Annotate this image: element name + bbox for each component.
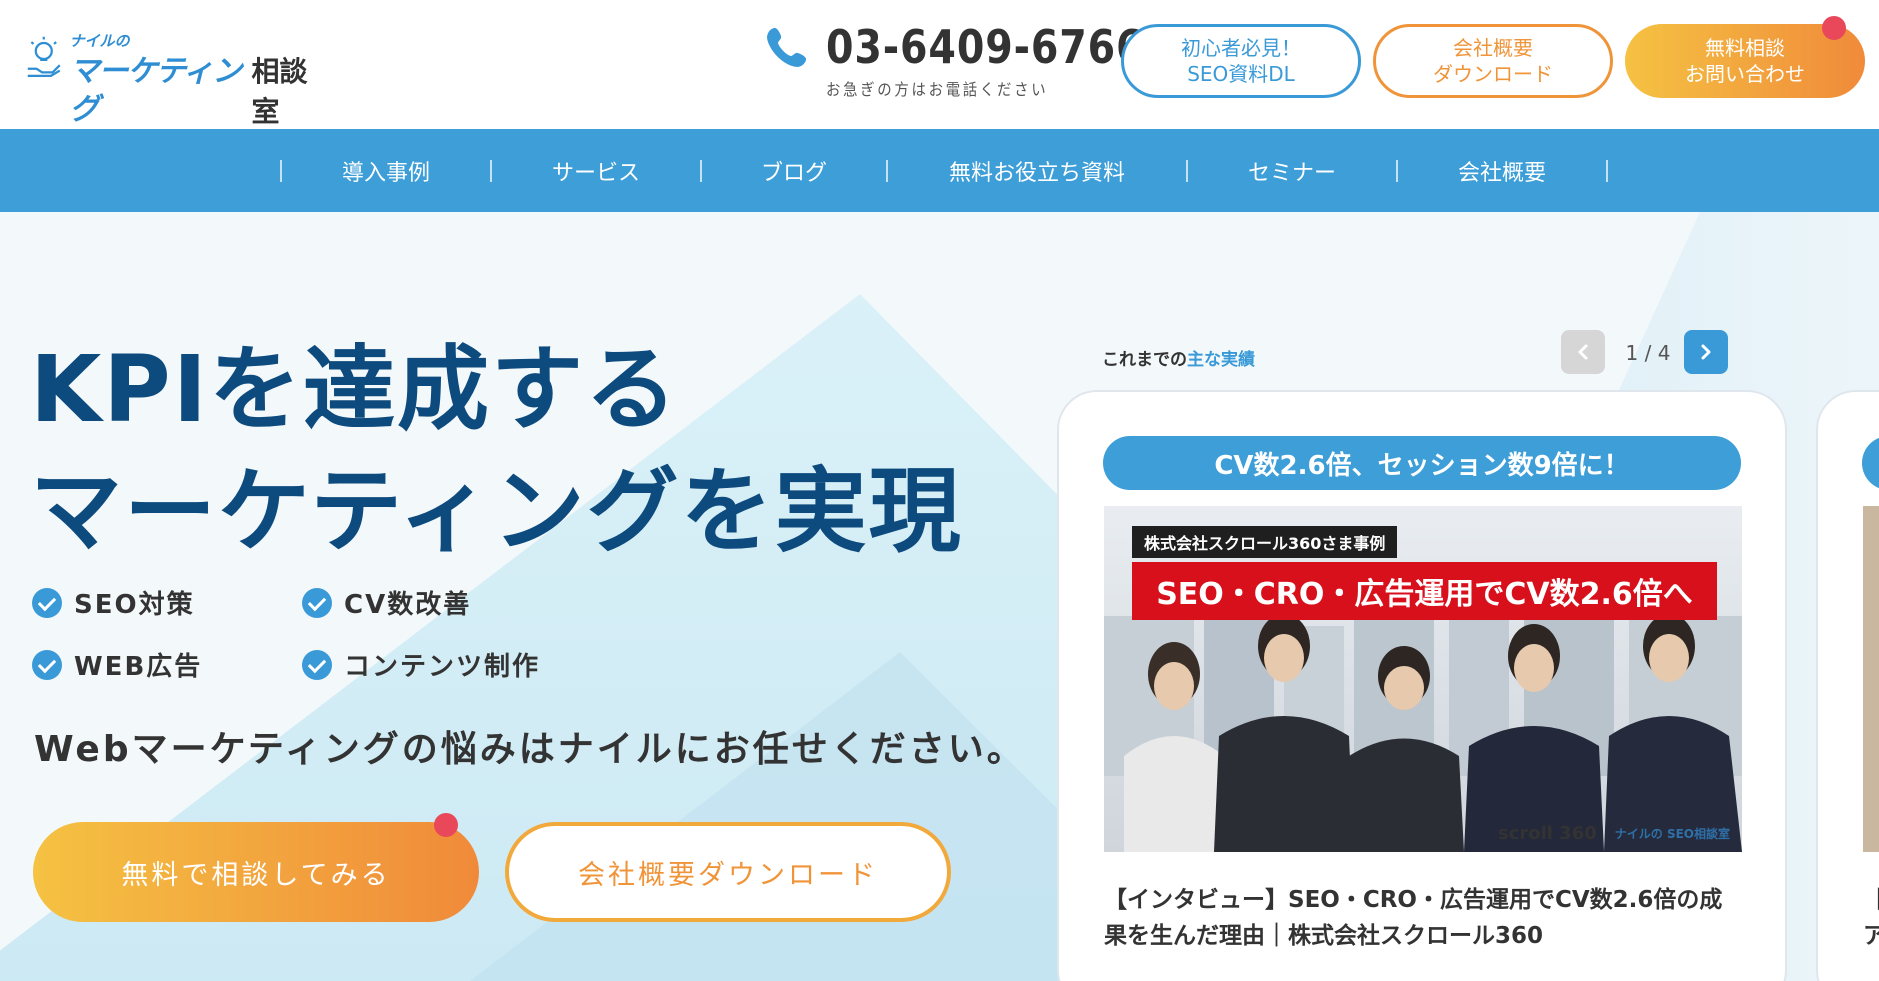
nav-item-case-studies[interactable]: 導入事例 <box>282 155 490 187</box>
case-result-badge <box>1862 436 1879 490</box>
achievements-label: これまでの主な実績 <box>1102 345 1255 370</box>
feature-label: SEO対策 <box>74 590 195 620</box>
scroll360-logo: scroll 360 <box>1497 823 1597 844</box>
feature-label: CV数改善 <box>344 590 472 620</box>
check-circle-icon <box>302 649 332 680</box>
contact-button-line1: 無料相談 <box>1705 36 1785 60</box>
notification-dot <box>1822 16 1846 40</box>
free-consultation-button[interactable]: 無料で相談してみる <box>33 822 479 922</box>
logo-tagline: ナイルの <box>69 32 130 50</box>
phone-note: お急ぎの方はお電話ください <box>826 80 1049 99</box>
hero-subcopy: Webマーケティングの悩みはナイルにお任せください。 <box>34 729 1026 770</box>
achievements-label-prefix: これまでの <box>1102 350 1187 370</box>
case-study-title[interactable]: 【インタビュー】SEO・CRO・広告運用でCV数2.6倍の成果を生んだ理由｜株式… <box>1104 882 1744 954</box>
feature-item: SEO対策 <box>32 584 195 621</box>
case-study-title: 【 ア <box>1863 882 1879 954</box>
global-nav: 導入事例 サービス ブログ 無料お役立ち資料 セミナー 会社概要 <box>0 129 1879 212</box>
lightbulb-hand-icon <box>27 36 61 77</box>
nav-item-services[interactable]: サービス <box>492 155 700 187</box>
nav-item-company[interactable]: 会社概要 <box>1398 155 1606 187</box>
case-study-card-next[interactable]: 【 ア <box>1816 390 1879 981</box>
image-case-tag: 株式会社スクロール360さま事例 <box>1132 526 1398 558</box>
hero-headline-line2: マーケティングを実現 <box>30 458 963 565</box>
company-profile-download-cta[interactable]: 会社概要ダウンロード <box>505 822 951 922</box>
feature-item: WEB広告 <box>32 646 202 683</box>
carousel-page-counter: 1 / 4 <box>1625 341 1671 365</box>
carousel-next-button[interactable] <box>1684 330 1728 374</box>
site-logo[interactable]: ナイルの マーケティング 相談室 <box>26 32 326 128</box>
chevron-right-icon <box>1701 344 1711 360</box>
phone-contact[interactable]: 03-6409-6766 お急ぎの方はお電話ください <box>764 20 1144 100</box>
feature-label: コンテンツ制作 <box>344 652 541 682</box>
phone-icon <box>767 27 807 67</box>
notification-dot <box>434 813 458 837</box>
case-study-card[interactable]: CV数2.6倍、セッション数9倍に！ 株式会社スクロール360さま事例 SEO・… <box>1057 390 1787 981</box>
nav-item-free-resources[interactable]: 無料お役立ち資料 <box>888 155 1186 187</box>
seo-document-download-button[interactable]: 初心者必見！ SEO資料DL <box>1121 24 1361 98</box>
case-study-image <box>1863 506 1879 852</box>
nav-separator <box>1606 159 1608 182</box>
check-circle-icon <box>32 649 62 680</box>
site-header: ナイルの マーケティング 相談室 03-6409-6766 お急ぎの方はお電話く… <box>0 0 1879 129</box>
contact-button-line2: お問い合わせ <box>1685 62 1805 86</box>
next-card-text-line2: ア <box>1863 923 1879 949</box>
company-button-line2: ダウンロード <box>1433 62 1553 86</box>
case-result-badge: CV数2.6倍、セッション数9倍に！ <box>1103 436 1741 490</box>
case-study-image: 株式会社スクロール360さま事例 SEO・CRO・広告運用でCV数2.6倍へ s… <box>1104 506 1742 852</box>
achievements-label-highlight: 主な実績 <box>1187 350 1255 370</box>
check-circle-icon <box>32 587 62 618</box>
feature-item: コンテンツ制作 <box>302 646 540 683</box>
image-case-title: SEO・CRO・広告運用でCV数2.6倍へ <box>1132 562 1717 620</box>
check-circle-icon <box>302 587 332 618</box>
nav-item-blog[interactable]: ブログ <box>702 155 886 187</box>
feature-item: CV数改善 <box>302 584 471 621</box>
nav-item-seminars[interactable]: セミナー <box>1188 155 1396 187</box>
company-button-line1: 会社概要 <box>1453 36 1533 60</box>
logo-room-text: 相談室 <box>251 55 308 128</box>
carousel-prev-button[interactable] <box>1561 330 1605 374</box>
chevron-left-icon <box>1578 344 1588 360</box>
next-card-text-line1: 【 <box>1863 887 1879 913</box>
seo-button-line2: SEO資料DL <box>1187 62 1295 86</box>
seo-soudanshitsu-logo: ナイルの SEO相談室 <box>1614 827 1730 841</box>
logo-marketing-text: マーケティング <box>69 54 243 127</box>
image-logos: scroll 360 ナイルの SEO相談室 <box>1498 823 1730 844</box>
company-profile-download-button[interactable]: 会社概要 ダウンロード <box>1373 24 1613 98</box>
hero-headline-line1: KPIを達成する <box>30 336 679 443</box>
phone-number[interactable]: 03-6409-6766 <box>826 20 1144 74</box>
feature-label: WEB広告 <box>74 652 203 682</box>
seo-button-line1: 初心者必見！ <box>1181 36 1301 60</box>
